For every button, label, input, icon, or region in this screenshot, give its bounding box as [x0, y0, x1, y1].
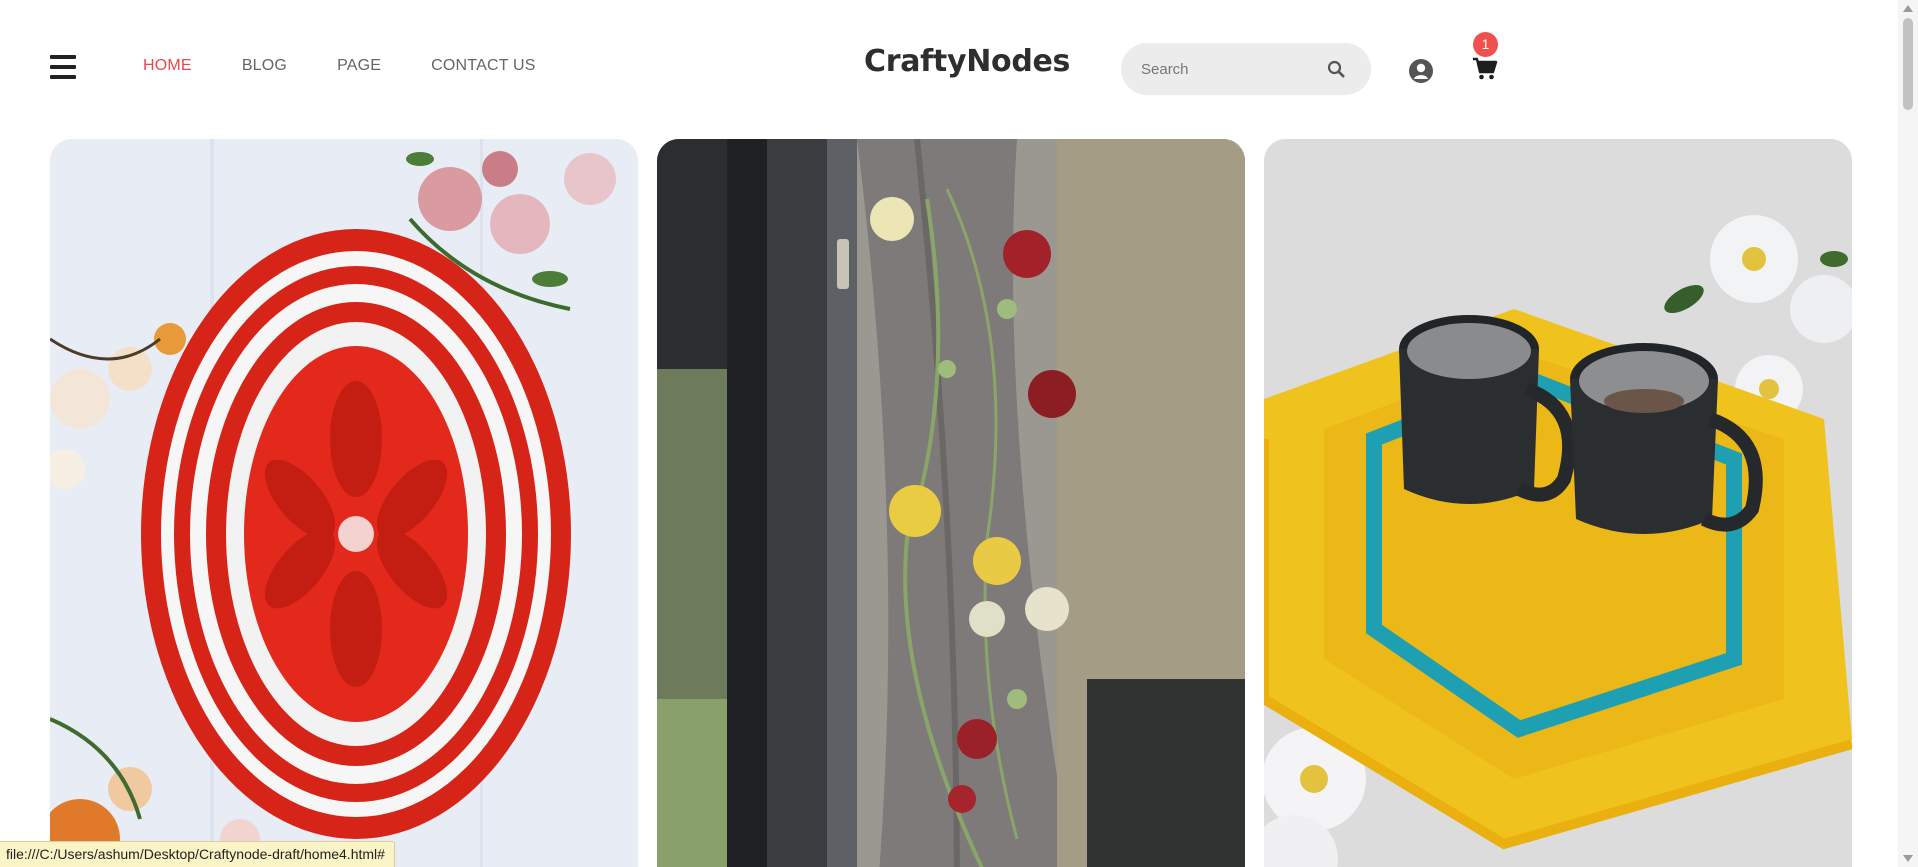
cart-count-badge: 1 [1473, 32, 1498, 57]
nav-blog-link[interactable]: BLOG [242, 57, 287, 75]
search-icon[interactable] [1327, 60, 1345, 78]
vertical-scrollbar[interactable] [1898, 0, 1918, 867]
gallery-card-garland[interactable] [657, 139, 1245, 867]
nav-home-link[interactable]: HOME [143, 57, 192, 75]
scroll-down-arrow-icon[interactable] [1903, 855, 1913, 862]
scrollbar-thumb[interactable] [1903, 18, 1913, 110]
gallery-card-mugs[interactable] [1264, 139, 1852, 867]
mugs-image [1264, 139, 1852, 867]
nav-page-link[interactable]: PAGE [337, 57, 381, 75]
search-input[interactable] [1139, 57, 1319, 81]
search-box [1121, 43, 1371, 95]
site-header: HOME BLOG PAGE CONTACT US CraftyNodes 1 [0, 0, 1898, 138]
hamburger-menu-icon[interactable] [50, 54, 76, 80]
scroll-up-arrow-icon[interactable] [1903, 5, 1913, 12]
garland-image [657, 139, 1245, 867]
user-icon[interactable] [1408, 58, 1434, 84]
site-logo[interactable]: CraftyNodes [864, 44, 1070, 79]
image-gallery [50, 139, 1852, 867]
main-nav: HOME BLOG PAGE CONTACT US [143, 57, 586, 75]
shopping-cart-icon[interactable] [1472, 56, 1498, 82]
status-bar-url: file:///C:/Users/ashum/Desktop/Craftynod… [0, 841, 395, 867]
nav-contact-link[interactable]: CONTACT US [431, 57, 536, 75]
page: HOME BLOG PAGE CONTACT US CraftyNodes 1 [0, 0, 1918, 867]
doily-image [50, 139, 638, 867]
gallery-card-doily[interactable] [50, 139, 638, 867]
